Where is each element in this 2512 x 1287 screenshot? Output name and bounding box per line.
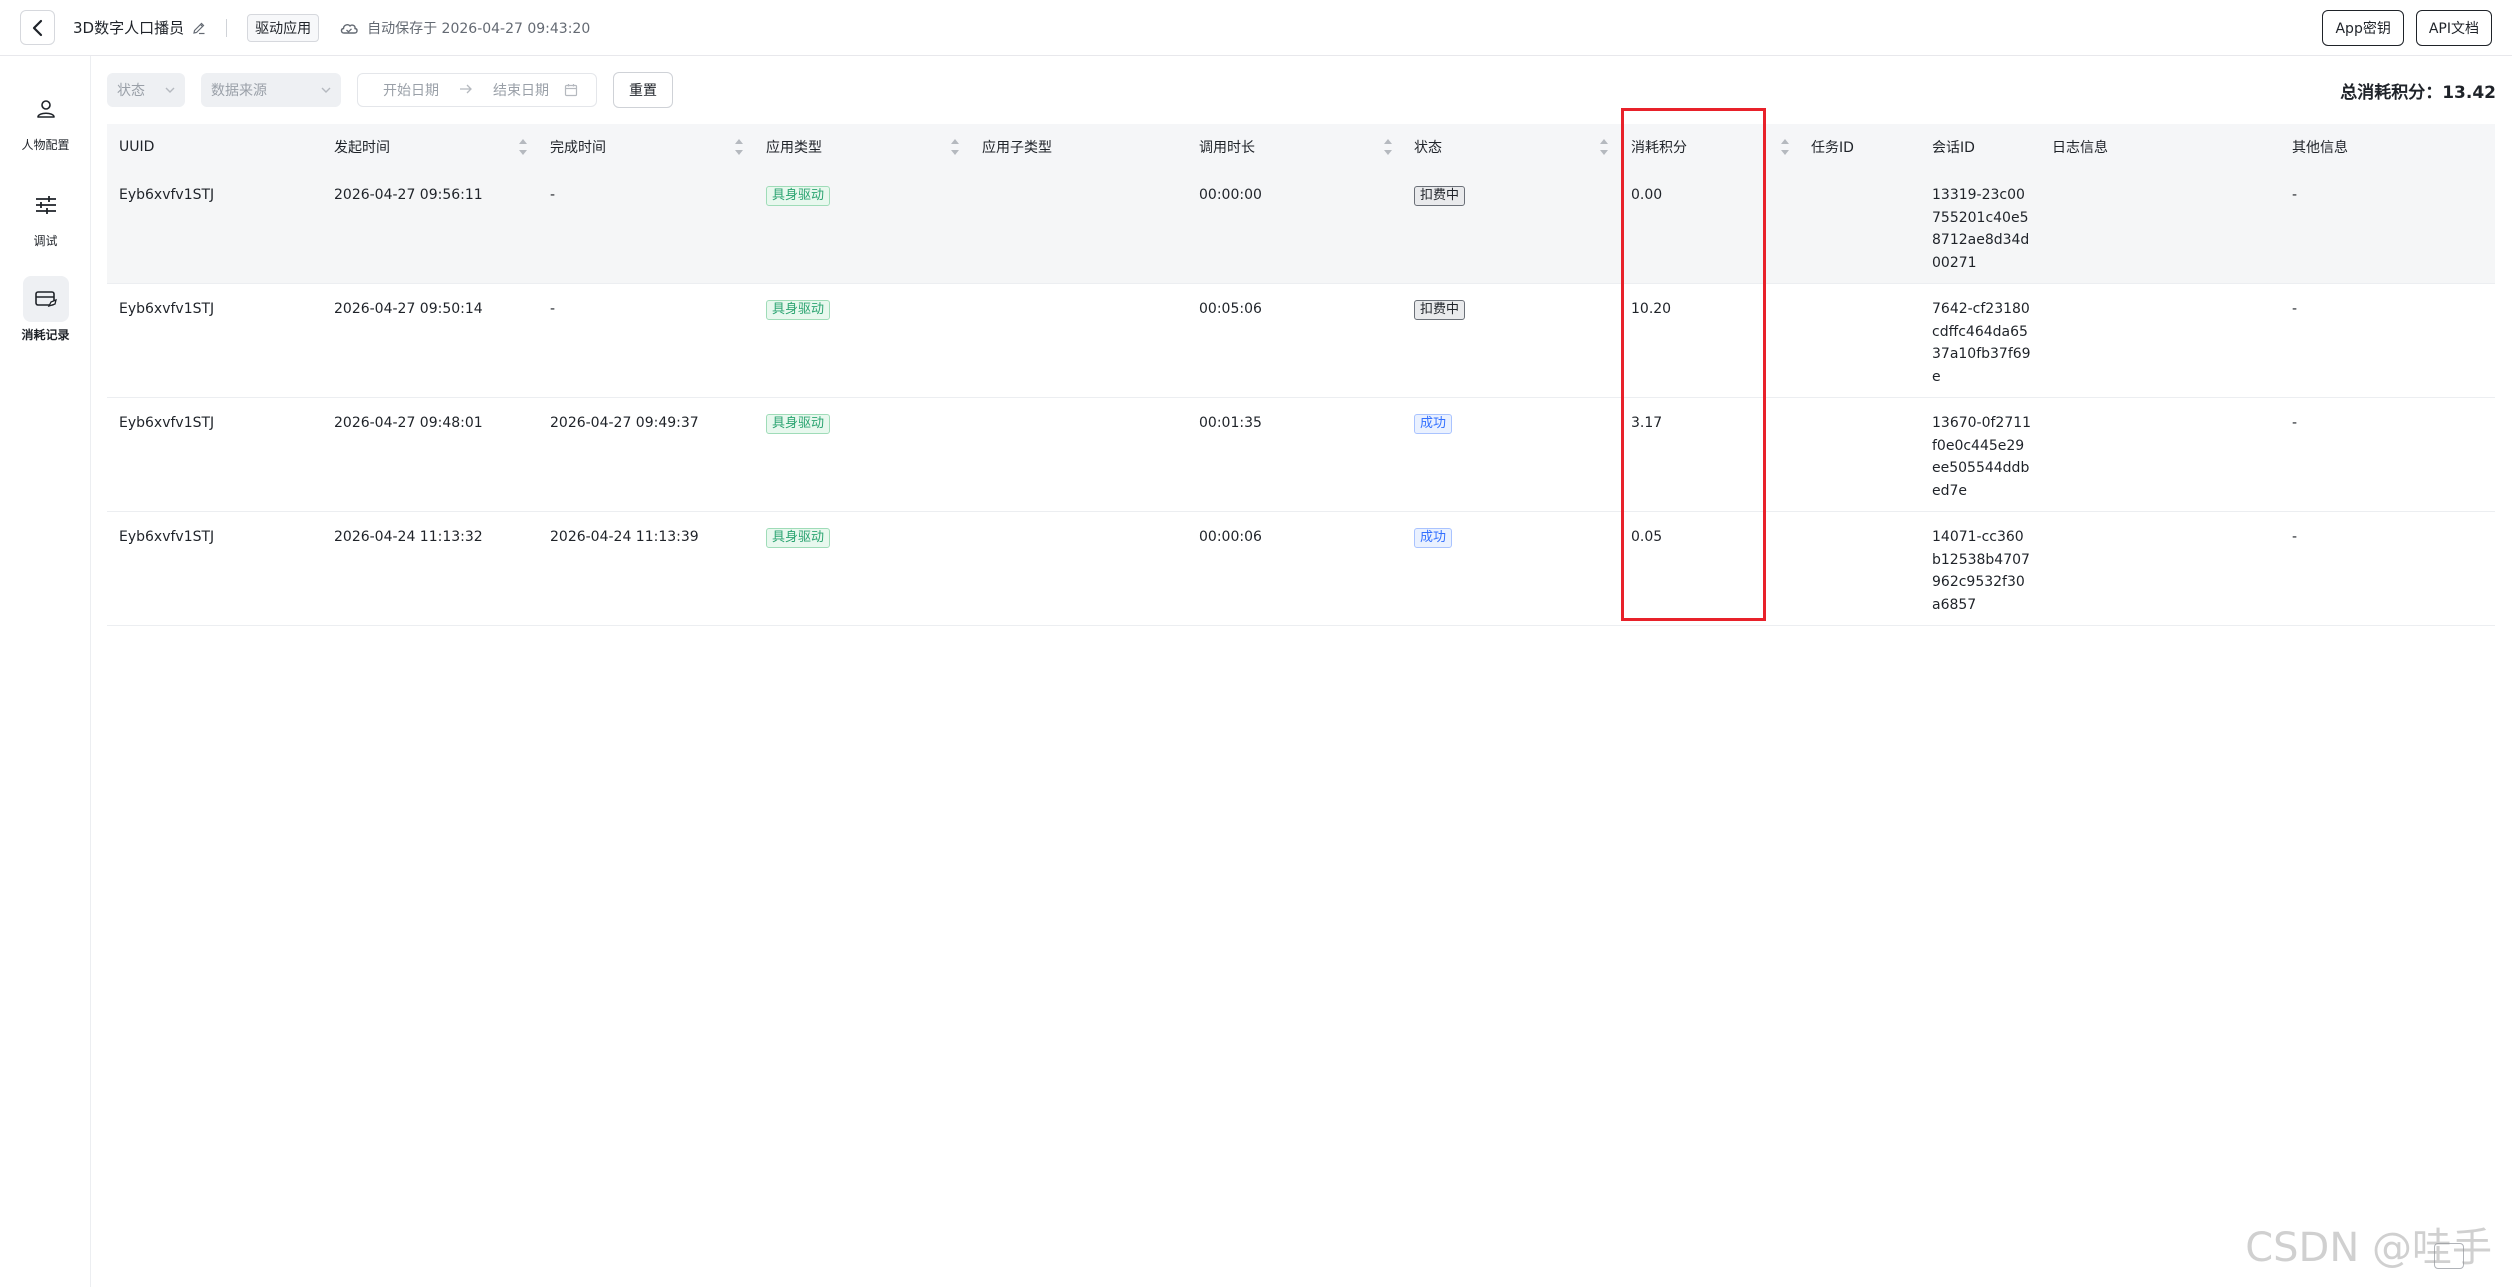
table-row[interactable]: Eyb6xvfv1STJ 2026-04-27 09:48:01 2026-04… [107, 398, 2495, 512]
cell-other: - [2292, 187, 2298, 203]
cell-start-time: 2026-04-24 11:13:32 [334, 529, 483, 545]
cell-points: 0.05 [1631, 529, 1663, 545]
cell-end-time: 2026-04-24 11:13:39 [550, 529, 699, 545]
api-doc-button[interactable]: API文档 [2415, 10, 2492, 46]
sliders-icon [23, 182, 69, 228]
sidebar-item-label: 消耗记录 [21, 328, 70, 342]
sort-icon[interactable] [1599, 139, 1609, 155]
cell-duration: 00:00:00 [1199, 187, 1262, 203]
cell-start-time: 2026-04-27 09:50:14 [334, 301, 483, 317]
end-date-input[interactable]: 结束日期 [478, 80, 564, 100]
cell-other: - [2292, 415, 2298, 431]
column-header-status: 状态 [1414, 140, 1442, 156]
cell-session-id: 13319-23c00755201c40e58712ae8d34d00271 [1932, 187, 2030, 271]
column-header-points: 消耗积分 [1631, 140, 1687, 156]
column-header-duration: 调用时长 [1199, 140, 1255, 156]
calendar-icon [564, 84, 578, 97]
cell-start-time: 2026-04-27 09:48:01 [334, 415, 483, 431]
column-header-other: 其他信息 [2292, 140, 2348, 156]
watermark: CSDN @哇手 [2245, 1225, 2492, 1271]
cell-uuid: Eyb6xvfv1STJ [119, 415, 215, 431]
app-type-badge: 具身驱动 [766, 528, 831, 548]
reset-button[interactable]: 重置 [613, 72, 673, 108]
page-title: 3D数字人口播员 [73, 19, 185, 37]
table-row[interactable]: Eyb6xvfv1STJ 2026-04-27 09:56:11 - 具身驱动 … [107, 170, 2495, 284]
cell-points: 3.17 [1631, 415, 1663, 431]
arrow-right-icon [454, 82, 478, 98]
cell-end-time: - [550, 301, 556, 317]
sidebar-item-label: 人物配置 [21, 138, 70, 152]
filter-bar: 状态 数据来源 开始日期 结束日期 重置 [107, 72, 673, 108]
cell-duration: 00:00:06 [1199, 529, 1262, 545]
total-points: 总消耗积分：13.42 [2340, 83, 2496, 103]
divider [226, 18, 228, 37]
sidebar-item-debug[interactable]: 调试 [0, 182, 91, 249]
column-header-app-subtype: 应用子类型 [982, 140, 1052, 156]
column-header-end-time: 完成时间 [550, 140, 606, 156]
data-source-select-placeholder: 数据来源 [211, 83, 267, 99]
column-header-task-id: 任务ID [1811, 140, 1854, 156]
app-type-badge: 具身驱动 [766, 300, 831, 320]
status-select[interactable]: 状态 [107, 73, 185, 107]
sort-icon[interactable] [950, 139, 960, 155]
chevron-left-icon [32, 19, 42, 36]
cell-uuid: Eyb6xvfv1STJ [119, 187, 215, 203]
app-type-badge: 具身驱动 [766, 186, 831, 206]
cell-end-time: - [550, 187, 556, 203]
person-icon [23, 86, 69, 132]
cell-other: - [2292, 301, 2298, 317]
status-select-placeholder: 状态 [117, 83, 145, 99]
sort-icon[interactable] [1780, 139, 1790, 155]
app-type-tag: 驱动应用 [247, 13, 320, 42]
sidebar-item-character-config[interactable]: 人物配置 [0, 86, 91, 153]
records-table: UUID 发起时间 完成时间 应用类型 应用子类型 调用时长 状态 消耗积分 任… [107, 124, 2495, 626]
cloud-icon [340, 23, 358, 34]
date-range-picker[interactable]: 开始日期 结束日期 [357, 73, 597, 107]
column-header-log: 日志信息 [2052, 140, 2108, 156]
top-header: 3D数字人口播员 驱动应用 自动保存于 2026-04-27 09:43:20 … [0, 0, 2512, 56]
cell-uuid: Eyb6xvfv1STJ [119, 301, 215, 317]
cell-points: 10.20 [1631, 301, 1672, 317]
table-row[interactable]: Eyb6xvfv1STJ 2026-04-27 09:50:14 - 具身驱动 … [107, 284, 2495, 398]
table-row[interactable]: Eyb6xvfv1STJ 2026-04-24 11:13:32 2026-04… [107, 512, 2495, 626]
cell-session-id: 7642-cf23180cdffc464da6537a10fb37f69e [1932, 301, 2031, 385]
cell-start-time: 2026-04-27 09:56:11 [334, 187, 483, 203]
column-header-uuid: UUID [119, 139, 155, 155]
cell-duration: 00:05:06 [1199, 301, 1262, 317]
status-badge: 扣费中 [1414, 186, 1466, 206]
cell-other: - [2292, 529, 2298, 545]
app-type-badge: 具身驱动 [766, 414, 831, 434]
autosave-text: 自动保存于 2026-04-27 09:43:20 [367, 20, 591, 37]
chevron-down-icon [321, 87, 331, 93]
autosave-status: 自动保存于 2026-04-27 09:43:20 [339, 18, 590, 38]
app-key-button[interactable]: App密钥 [2322, 10, 2404, 46]
sidebar-item-consumption-records[interactable]: 消耗记录 [0, 276, 91, 343]
edit-icon[interactable] [192, 21, 206, 35]
start-date-input[interactable]: 开始日期 [368, 80, 454, 100]
sort-icon[interactable] [734, 139, 744, 155]
table-header: UUID 发起时间 完成时间 应用类型 应用子类型 调用时长 状态 消耗积分 任… [107, 124, 2495, 170]
chevron-down-icon [165, 87, 175, 93]
cell-end-time: 2026-04-27 09:49:37 [550, 415, 699, 431]
sidebar-item-label: 调试 [33, 234, 58, 248]
cell-session-id: 14071-cc360b12538b4707962c9532f30a6857 [1932, 529, 2030, 613]
column-header-start-time: 发起时间 [334, 140, 390, 156]
cell-uuid: Eyb6xvfv1STJ [119, 529, 215, 545]
cell-duration: 00:01:35 [1199, 415, 1262, 431]
back-button[interactable] [20, 10, 55, 45]
status-badge: 扣费中 [1414, 300, 1466, 320]
cell-points: 0.00 [1631, 187, 1663, 203]
status-badge: 成功 [1414, 528, 1453, 548]
sort-icon[interactable] [1383, 139, 1393, 155]
column-header-session-id: 会话ID [1932, 140, 1975, 156]
sort-icon[interactable] [518, 139, 528, 155]
status-badge: 成功 [1414, 414, 1453, 434]
wallet-icon [22, 276, 69, 322]
column-header-app-type: 应用类型 [766, 140, 822, 156]
sidebar: 人物配置 调试 消耗记录 [0, 56, 91, 1287]
data-source-select[interactable]: 数据来源 [201, 73, 341, 107]
cell-session-id: 13670-0f2711f0e0c445e29ee505544ddbed7e [1932, 415, 2032, 499]
